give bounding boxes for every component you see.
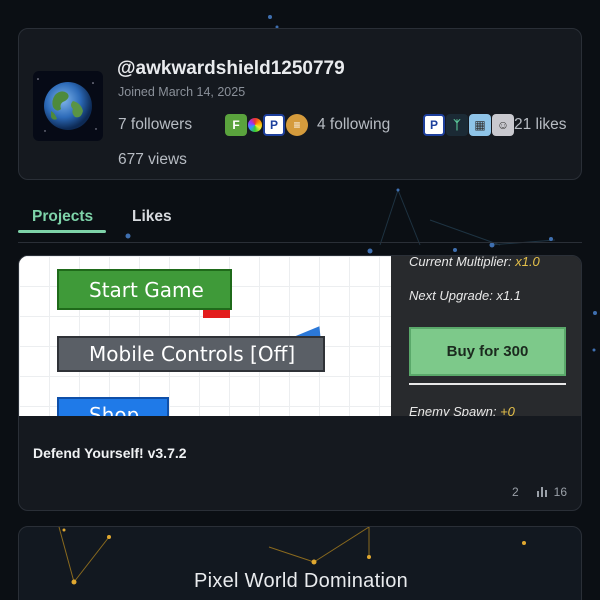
profile-tabs: Projects Likes <box>18 200 582 243</box>
follower-avatar-f[interactable]: F <box>225 114 247 136</box>
project-card[interactable]: Start Game Mobile Controls [Off] Shop Cu… <box>18 255 582 511</box>
plays-icon <box>536 487 547 497</box>
following-avatar-tree[interactable]: ᛉ <box>446 114 468 136</box>
follower-avatar-rainbow[interactable] <box>248 118 262 132</box>
comment-count: 2 <box>511 485 519 499</box>
active-tab-indicator <box>18 230 106 233</box>
following-avatar-face[interactable]: ☺ <box>492 114 514 136</box>
project2-title[interactable]: Pixel World Domination <box>19 570 581 593</box>
mobile-controls-button: Mobile Controls [Off] <box>57 336 325 372</box>
enemy-spawn-label: Enemy Spawn: <box>409 404 497 416</box>
thumbnail-upgrade-panel: Current Multiplier: x1.0 Next Upgrade: x… <box>391 256 581 416</box>
shop-button: Shop <box>57 397 169 416</box>
profile-card: @awkwardshield1250779 Joined March 14, 2… <box>18 28 582 180</box>
panel-divider <box>409 383 566 385</box>
tab-projects[interactable]: Projects <box>32 208 93 226</box>
project-card-2[interactable]: Pixel World Domination <box>18 526 582 600</box>
stats-row: 7 followers F P ≡ 4 following P ᛉ ▦ ☺ 21… <box>118 113 578 137</box>
joined-date: Joined March 14, 2025 <box>118 85 246 99</box>
follower-avatar-burger[interactable]: ≡ <box>286 114 308 136</box>
thumbnail-game-area: Start Game Mobile Controls [Off] Shop <box>19 256 391 416</box>
following-avatar-p[interactable]: P <box>423 114 445 136</box>
start-game-button: Start Game <box>57 269 232 310</box>
likes-count[interactable]: 21 likes <box>514 116 567 134</box>
following-count[interactable]: 4 following <box>317 116 390 134</box>
username: @awkwardshield1250779 <box>117 58 345 79</box>
next-upgrade: Next Upgrade: x1.1 <box>409 288 522 303</box>
tab-likes[interactable]: Likes <box>132 208 172 226</box>
enemy-health-bar <box>203 310 230 318</box>
earth-icon[interactable] <box>33 71 103 141</box>
current-multiplier-value: x1.0 <box>515 256 540 269</box>
enemy-spawn-value: +0 <box>500 404 515 416</box>
views-count: 677 views <box>118 151 187 168</box>
buy-button: Buy for 300 <box>409 327 566 376</box>
following-avatar-pixel[interactable]: ▦ <box>469 114 491 136</box>
following-avatars: P ᛉ ▦ ☺ <box>423 113 515 137</box>
current-multiplier-label: Current Multiplier: <box>409 256 512 269</box>
project-meta: 2 16 <box>512 485 567 499</box>
follower-avatar-p[interactable]: P <box>263 114 285 136</box>
project-title[interactable]: Defend Yourself! v3.7.2 <box>33 445 187 461</box>
current-multiplier: Current Multiplier: x1.0 <box>409 256 540 269</box>
play-count: 16 <box>553 485 567 499</box>
follower-avatars: F P ≡ <box>225 113 309 137</box>
followers-count[interactable]: 7 followers <box>118 116 192 134</box>
project-thumbnail[interactable]: Start Game Mobile Controls [Off] Shop Cu… <box>19 256 581 416</box>
enemy-spawn: Enemy Spawn: +0 <box>409 404 515 416</box>
